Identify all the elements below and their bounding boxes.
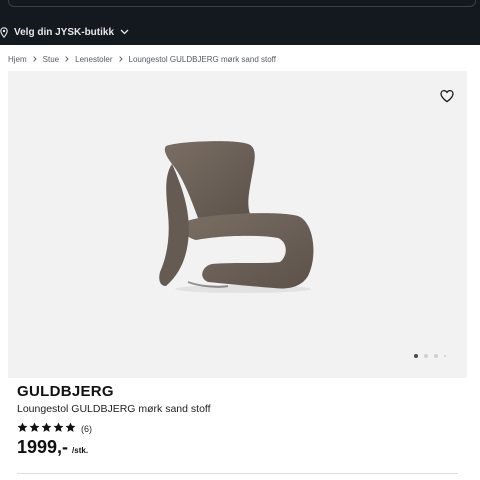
star-icon [29,420,40,438]
chevron-right-icon [118,56,123,62]
product-rating[interactable]: (6) [17,420,92,438]
gallery-dot[interactable] [414,354,418,358]
price-amount: 1999,- [17,437,69,457]
gallery-dot[interactable] [434,354,438,358]
breadcrumb-stue[interactable]: Stue [43,55,59,64]
store-picker-button[interactable]: Velg din JYSK-butikk [0,24,129,40]
breadcrumb: Hjem Stue Lenestoler Loungestol GULDBJER… [8,52,276,66]
product-price: 1999,- /stk. [17,437,88,458]
search-bar[interactable] [8,0,476,7]
gallery-pagination [414,354,446,358]
divider [17,473,458,474]
store-picker-label: Velg din JYSK-butikk [14,26,115,38]
chevron-down-icon [120,29,129,35]
breadcrumb-home[interactable]: Hjem [8,55,27,64]
star-icon [17,420,28,438]
product-image [159,141,314,293]
breadcrumb-lenestoler[interactable]: Lenestoler [75,55,112,64]
product-name: Loungestol GULDBJERG mørk sand stoff [17,403,211,415]
price-unit: /stk. [72,446,89,455]
star-icon [53,420,64,438]
gallery-dot[interactable] [424,354,428,358]
star-icon [41,420,52,438]
gallery-dot[interactable] [444,355,446,357]
location-pin-icon [0,26,8,38]
review-count: (6) [81,424,92,434]
chevron-right-icon [32,56,37,62]
star-icon [65,420,76,438]
heart-icon[interactable] [439,88,455,104]
product-brand: GULDBJERG [17,383,114,400]
chevron-right-icon [65,56,69,62]
product-image-gallery[interactable] [8,71,467,378]
top-header: Velg din JYSK-butikk [0,0,480,45]
breadcrumb-current[interactable]: Loungestol GULDBJERG mørk sand stoff [129,55,276,64]
